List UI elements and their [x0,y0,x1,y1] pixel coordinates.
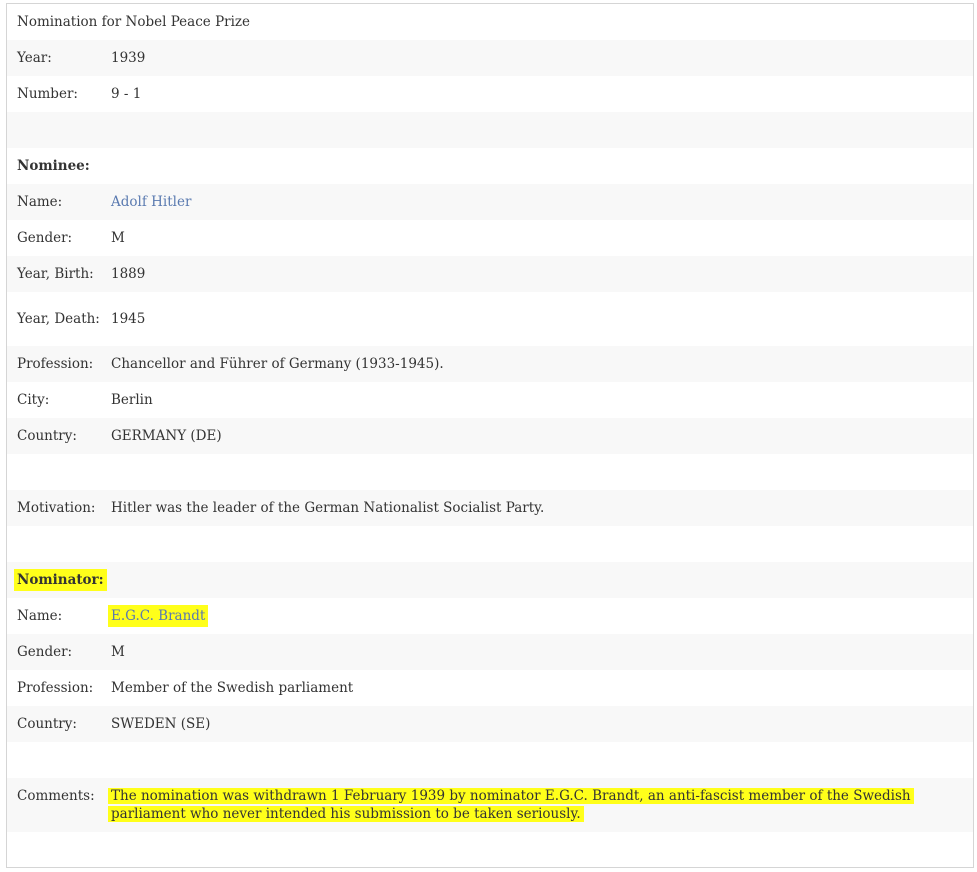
nominee-city-row: City: Berlin [7,382,973,418]
nominator-gender-label: Gender: [17,644,73,660]
nominee-death-row: Year, Death: 1945 [7,292,973,346]
nominator-name-link[interactable]: E.G.C. Brandt [111,608,206,624]
number-label: Number: [17,86,78,102]
nominee-death-value: 1945 [111,311,146,327]
nominator-profession-value: Member of the Swedish parliament [111,680,354,696]
nomination-table: Nomination for Nobel Peace Prize Year: 1… [7,4,973,832]
year-row: Year: 1939 [7,40,973,76]
nominee-gender-label: Gender: [17,230,73,246]
nominator-name-row: Name: E.G.C. Brandt [7,598,973,634]
number-row: Number: 9 - 1 [7,76,973,112]
nominee-gender-value: M [111,230,125,246]
year-value: 1939 [111,50,146,66]
number-value: 9 - 1 [111,86,142,102]
nominee-name-label: Name: [17,194,63,210]
spacer-row [7,526,973,562]
nominee-heading-row: Nominee: [7,148,973,184]
nominee-birth-row: Year, Birth: 1889 [7,256,973,292]
nominator-profession-label: Profession: [17,680,94,696]
spacer-row [7,112,973,148]
nominator-country-row: Country: SWEDEN (SE) [7,706,973,742]
nominator-name-label: Name: [17,608,63,624]
nominee-profession-label: Profession: [17,356,94,372]
nominee-country-value: GERMANY (DE) [111,428,222,444]
nominee-city-value: Berlin [111,392,153,408]
page-title: Nomination for Nobel Peace Prize [17,14,251,30]
nominator-profession-row: Profession: Member of the Swedish parlia… [7,670,973,706]
nominator-heading-row: Nominator: [7,562,973,598]
nominator-gender-value: M [111,644,125,660]
nomination-record: Nomination for Nobel Peace Prize Year: 1… [6,3,974,868]
nominator-country-value: SWEDEN (SE) [111,716,211,732]
spacer-row [7,742,973,778]
nominee-birth-label: Year, Birth: [17,266,94,282]
motivation-row: Motivation: Hitler was the leader of the… [7,490,973,526]
year-label: Year: [17,50,52,66]
nominee-name-row: Name: Adolf Hitler [7,184,973,220]
nominator-gender-row: Gender: M [7,634,973,670]
nominee-gender-row: Gender: M [7,220,973,256]
nominee-profession-row: Profession: Chancellor and Führer of Ger… [7,346,973,382]
nominee-death-label: Year, Death: [17,311,100,327]
comments-value: The nomination was withdrawn 1 February … [111,788,911,822]
nominee-profession-value: Chancellor and Führer of Germany (1933-1… [111,356,444,372]
nominator-heading: Nominator: [17,572,104,588]
nominee-country-label: Country: [17,428,77,444]
nominee-name-link[interactable]: Adolf Hitler [111,194,191,210]
comments-label: Comments: [17,788,95,804]
nominator-country-label: Country: [17,716,77,732]
nominee-birth-value: 1889 [111,266,146,282]
comments-row: Comments: The nomination was withdrawn 1… [7,778,973,832]
title-row: Nomination for Nobel Peace Prize [7,4,973,40]
spacer-row [7,454,973,490]
nominee-city-label: City: [17,392,50,408]
nominee-heading: Nominee: [17,158,90,174]
nominee-country-row: Country: GERMANY (DE) [7,418,973,454]
motivation-value: Hitler was the leader of the German Nati… [111,500,545,516]
motivation-label: Motivation: [17,500,96,516]
